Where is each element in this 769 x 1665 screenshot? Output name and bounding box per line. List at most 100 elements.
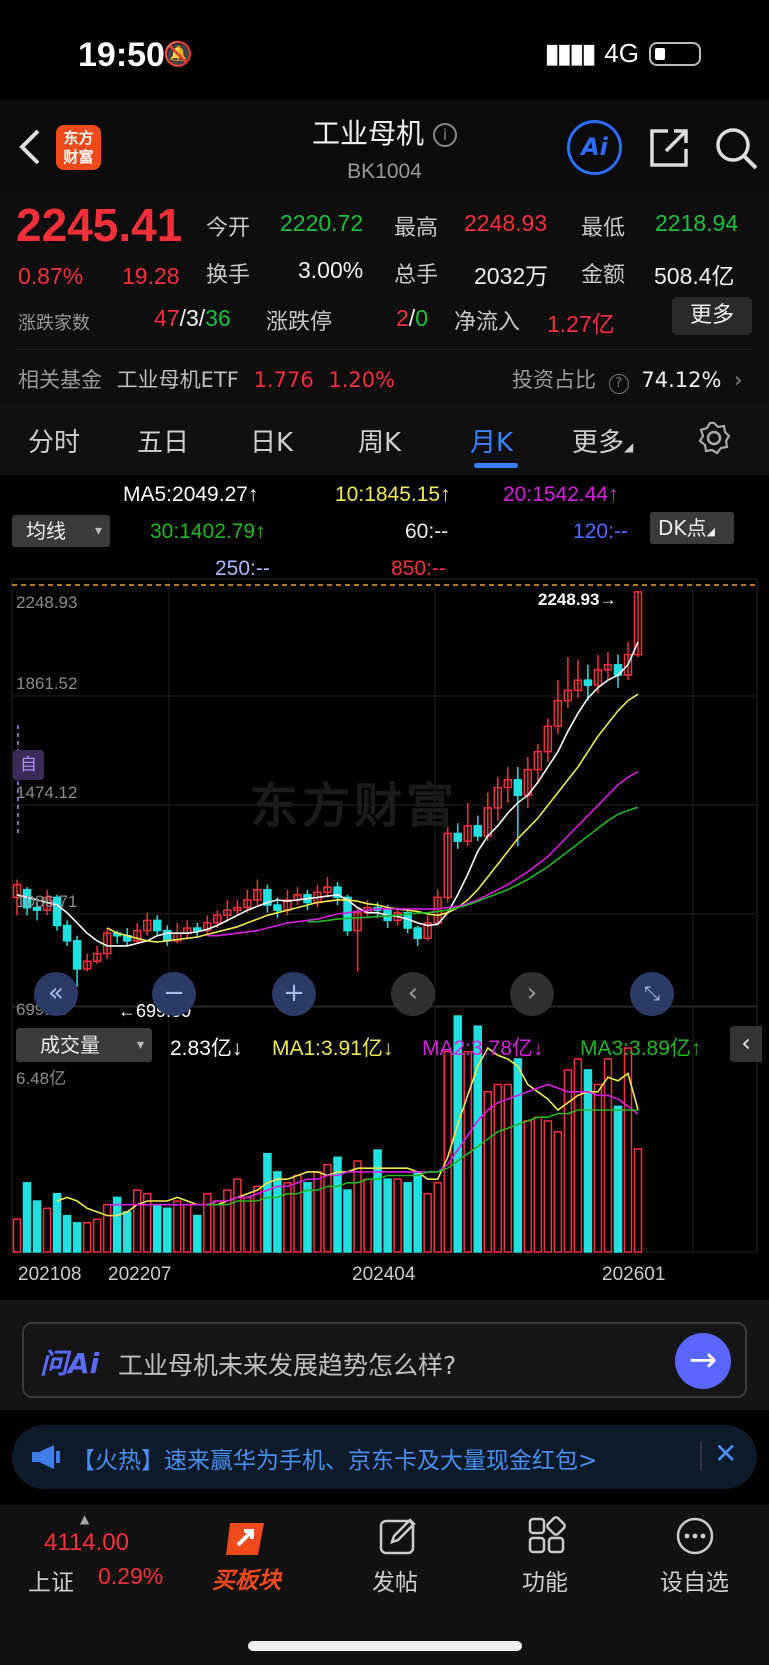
watermark: 东方财富 — [250, 778, 459, 834]
volume-bar — [503, 1083, 513, 1253]
zoom-out-button[interactable]: − — [152, 972, 196, 1016]
volume-bar — [152, 1203, 162, 1253]
volume-bar — [633, 1148, 643, 1253]
scroll-left-fast-button[interactable]: « — [34, 972, 78, 1016]
volume-bar — [363, 1178, 372, 1253]
candle-body — [273, 904, 282, 911]
netflow-value: 1.27亿 — [547, 311, 615, 337]
volume-bar — [42, 1207, 52, 1253]
tab-intraday[interactable]: 分时 — [28, 422, 80, 459]
candle-body — [162, 929, 172, 942]
volume-bar — [543, 1120, 553, 1253]
compose-icon[interactable] — [378, 1516, 418, 1556]
volume-bar — [523, 1120, 533, 1253]
share-icon[interactable] — [648, 127, 692, 169]
volume-bar — [102, 1203, 112, 1253]
more-quote-button[interactable]: 更多 — [672, 297, 752, 335]
volume-bar — [32, 1200, 42, 1253]
candle-body — [513, 779, 523, 796]
volume-bar — [533, 1116, 543, 1253]
add-favorite-label[interactable]: 设自选 — [660, 1563, 729, 1597]
x-axis-label: 202108 — [18, 1264, 82, 1285]
volume-bar — [623, 1047, 633, 1253]
megaphone-icon — [32, 1445, 60, 1469]
function-label[interactable]: 功能 — [522, 1563, 568, 1597]
volume-bar — [12, 1218, 22, 1253]
y-axis-label-max: 2248.93 — [16, 593, 78, 612]
amount-value: 508.4亿 — [654, 263, 735, 289]
volume-bar — [132, 1189, 142, 1253]
collapse-panel-button[interactable]: ‹ — [730, 1026, 762, 1062]
kline-chart[interactable] — [0, 575, 769, 1290]
volume-bar — [303, 1182, 312, 1253]
more-dots-icon[interactable] — [675, 1516, 715, 1556]
auto-scale-toggle[interactable]: 自 — [13, 750, 44, 780]
candle-body — [583, 679, 593, 687]
volume-bar — [613, 1105, 623, 1253]
tab-weekly-k[interactable]: 周K — [358, 422, 401, 459]
open-label: 今开 — [206, 216, 251, 241]
search-icon[interactable] — [714, 126, 760, 172]
network-label: 4G — [604, 38, 639, 68]
y-axis-label: 1474.12 — [16, 783, 78, 802]
turnover-value: 3.00% — [298, 257, 364, 283]
volume-bar — [483, 1091, 493, 1253]
fullscreen-button[interactable]: ⤡ — [630, 972, 674, 1016]
ma120-legend: 120:-- — [573, 520, 628, 543]
index-name: 上证 — [28, 1570, 74, 1596]
scroll-right-button[interactable]: › — [510, 972, 554, 1016]
volume-bar — [253, 1185, 262, 1253]
volume-label: 总手 — [394, 263, 439, 288]
volume-indicator-selector[interactable]: 成交量 — [16, 1028, 152, 1062]
volume-bar — [383, 1178, 392, 1253]
volume-ma2-line — [107, 1083, 639, 1206]
expand-up-icon[interactable]: ▲ — [80, 1512, 89, 1526]
zoom-in-button[interactable]: + — [272, 972, 316, 1016]
change-value: 19.28 — [122, 263, 180, 289]
ma10-legend: 10:1845.15↑ — [335, 483, 451, 506]
volume-bar — [393, 1178, 402, 1253]
tab-more[interactable]: 更多◢ — [572, 422, 633, 459]
close-icon[interactable]: ✕ — [714, 1437, 737, 1470]
tab-five-day[interactable]: 五日 — [137, 422, 189, 459]
volume-bar — [213, 1200, 222, 1253]
grid-apps-icon[interactable] — [527, 1516, 567, 1556]
volume-bar — [173, 1200, 182, 1253]
info-icon[interactable]: i — [432, 123, 457, 147]
volume-value: 2032万 — [474, 263, 549, 289]
settings-icon[interactable] — [696, 420, 732, 456]
candle-body — [152, 919, 162, 932]
ma60-legend: 60:-- — [405, 520, 449, 543]
volume-bar — [293, 1174, 302, 1253]
buy-sector-icon[interactable] — [224, 1515, 276, 1559]
promo-text[interactable]: 【火热】速来赢华为手机、京东卡及大量现金红包> — [72, 1441, 597, 1475]
buy-sector-label[interactable]: 买板块 — [212, 1561, 281, 1595]
volume-bar — [423, 1192, 432, 1253]
last-price: 2245.41 — [16, 199, 183, 251]
volume-bar — [353, 1160, 362, 1253]
volume-y-max: 6.48亿 — [16, 1069, 67, 1088]
volume-bar — [323, 1163, 332, 1253]
tab-monthly-k[interactable]: 月K — [470, 422, 513, 459]
volume-bar — [343, 1189, 352, 1253]
post-label[interactable]: 发帖 — [372, 1563, 418, 1597]
arrow-right-icon[interactable]: → — [675, 1333, 731, 1389]
volume-bar — [493, 1083, 503, 1253]
battery-icon — [648, 41, 701, 66]
status-indicators: ▮▮▮▮ 4G — [545, 38, 701, 69]
dk-point-button[interactable]: DK点◢ — [650, 512, 734, 544]
candle-body — [473, 825, 482, 837]
open-value: 2220.72 — [280, 210, 364, 236]
ai-button[interactable]: Ai — [567, 120, 622, 175]
index-value[interactable]: 4114.00 — [44, 1529, 129, 1557]
breadth-values: 47/3/36 — [154, 305, 231, 331]
ma-selector[interactable]: 均线 — [12, 515, 110, 547]
high-value: 2248.93 — [464, 210, 548, 236]
volume-ma1: MA1:3.91亿↓ — [272, 1037, 394, 1060]
related-fund-row[interactable]: 相关基金 工业母机ETF 1.776 1.20% — [18, 364, 395, 394]
scroll-left-button[interactable]: ‹ — [391, 972, 435, 1016]
tab-daily-k[interactable]: 日K — [250, 422, 293, 459]
max-price-marker: 2248.93→ — [538, 590, 617, 609]
fund-ratio[interactable]: 投资占比 ? 74.12% › — [512, 364, 743, 394]
ai-question-text[interactable]: 工业母机未来发展趋势怎么样? — [118, 1346, 456, 1382]
